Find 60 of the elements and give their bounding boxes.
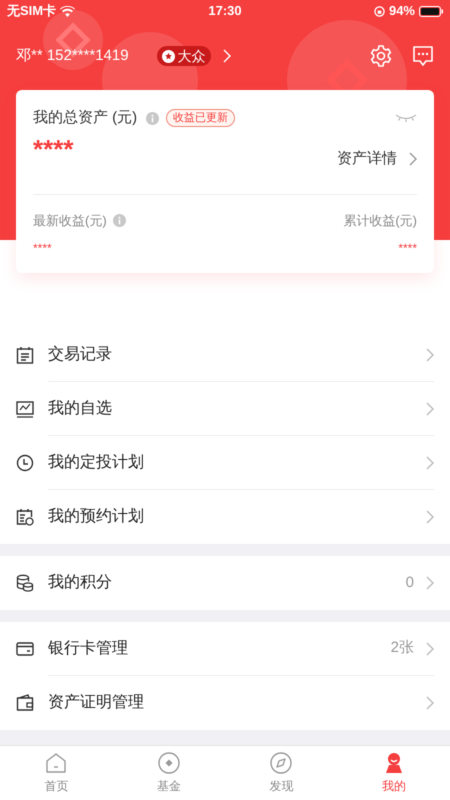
settings-icon[interactable] xyxy=(369,44,393,68)
chevron-icon xyxy=(222,49,231,63)
menu-item[interactable]: 资产证明管理 xyxy=(0,676,450,730)
tab-bar-item[interactable]: 首页 xyxy=(0,746,112,800)
menu-item-label: 我的自选 xyxy=(48,398,112,418)
card-icon xyxy=(16,640,34,658)
chevron-icon xyxy=(426,456,434,470)
total-assets-label: 我的总资产 (元) xyxy=(33,108,138,128)
rotation-lock-icon xyxy=(374,6,385,16)
asset-details-link[interactable]: 资产详情 xyxy=(337,148,417,170)
latest-earnings-label: 最新收益(元) xyxy=(33,212,107,230)
user-name-text: 邓** 152****1419 xyxy=(16,46,129,66)
clock-text: 17:30 xyxy=(208,2,242,20)
total-assets-value: **** xyxy=(33,136,74,162)
battery-text: 94% xyxy=(388,2,415,20)
tab-bar-item[interactable]: 基金 xyxy=(112,746,225,800)
cumulative-earnings-label: 累计收益(元) xyxy=(343,212,417,230)
fund-icon xyxy=(158,752,180,774)
chevron-icon xyxy=(426,642,434,656)
tab-bar-item[interactable]: 我的 xyxy=(338,746,450,800)
menu-item[interactable]: 我的自选 xyxy=(0,382,450,436)
chevron-icon xyxy=(409,152,417,166)
eye-closed-icon[interactable] xyxy=(395,113,417,123)
menu-item-label: 交易记录 xyxy=(48,344,112,364)
chevron-icon xyxy=(426,510,434,524)
calendar-clock-icon xyxy=(16,508,34,526)
chevron-icon xyxy=(426,576,434,590)
menu-item-label: 资产证明管理 xyxy=(48,692,144,713)
chart-icon xyxy=(16,400,34,418)
menu-item[interactable]: 我的定投计划 xyxy=(0,436,450,490)
battery-icon xyxy=(419,6,443,16)
menu-item-label: 我的积分 xyxy=(48,572,112,593)
menu-item[interactable]: 银行卡管理 2张 xyxy=(0,622,450,676)
menu-item-label: 我的定投计划 xyxy=(48,452,144,472)
menu-item[interactable]: 我的预约计划 xyxy=(0,490,450,544)
menu-item[interactable]: 我的积分 0 xyxy=(0,556,450,610)
carrier-text: 无SIM卡 xyxy=(7,2,56,20)
compass-icon xyxy=(270,752,292,774)
menu-item-label: 我的预约计划 xyxy=(48,506,144,527)
message-icon[interactable] xyxy=(412,45,434,67)
info-icon[interactable] xyxy=(146,112,160,124)
member-level-badge[interactable]: 大众 xyxy=(156,46,211,66)
latest-earnings-value: **** xyxy=(33,240,53,256)
wallet-icon xyxy=(16,694,34,712)
info-icon[interactable] xyxy=(112,214,126,228)
menu-item-label: 银行卡管理 xyxy=(48,638,128,658)
menu-item[interactable]: 交易记录 xyxy=(0,328,450,382)
menu-item-value: 0 xyxy=(406,572,414,593)
coins-icon xyxy=(16,574,34,592)
chevron-icon xyxy=(426,348,434,362)
menu-item-value: 2张 xyxy=(390,638,414,658)
tab-bar-item[interactable]: 发现 xyxy=(225,746,338,800)
document-icon xyxy=(16,346,34,364)
cumulative-earnings-value: **** xyxy=(398,240,417,256)
home-icon xyxy=(45,752,68,774)
chevron-icon xyxy=(426,402,434,416)
update-badge: 收益已更新 xyxy=(166,109,236,127)
chevron-icon xyxy=(426,696,434,710)
clock-icon xyxy=(16,454,34,472)
wifi-icon xyxy=(60,6,76,16)
